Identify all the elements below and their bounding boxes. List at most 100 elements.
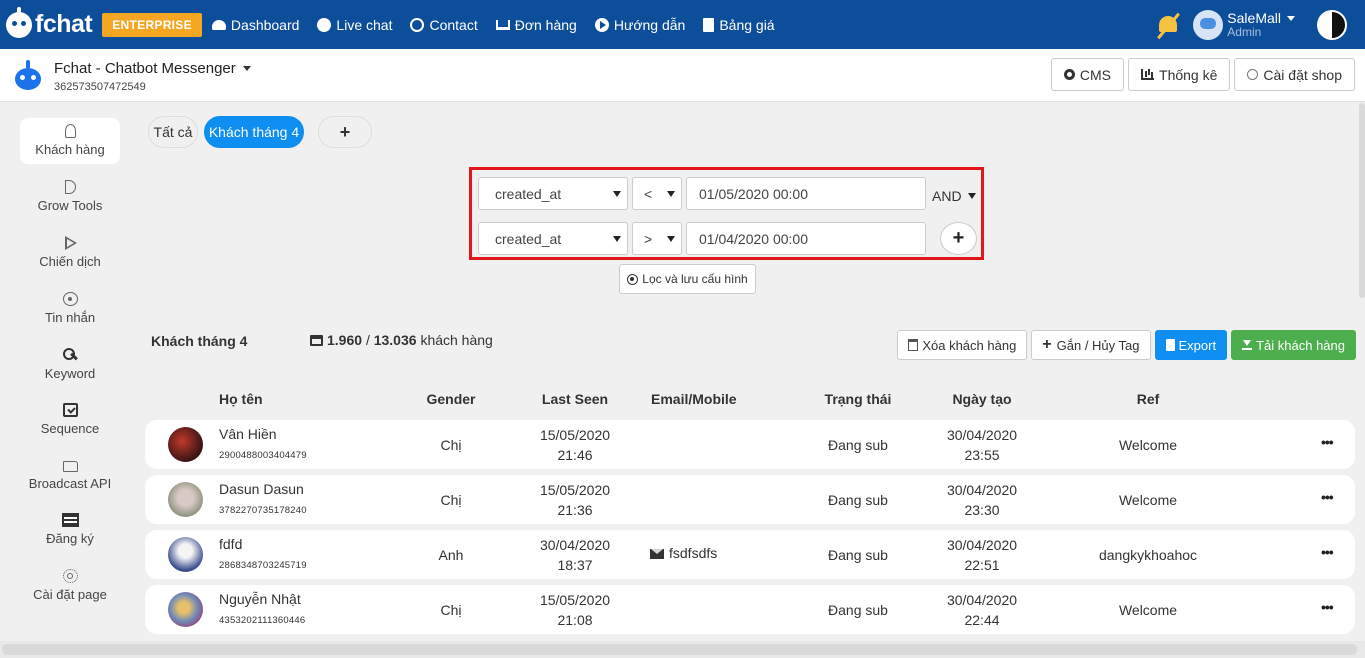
customer-name[interactable]: Dasun Dasun xyxy=(219,481,304,497)
delete-label: Xóa khách hàng xyxy=(922,337,1017,353)
status: Đang sub xyxy=(828,547,888,563)
tab-all[interactable]: Tất cả xyxy=(148,116,198,148)
dropdown-arrow-icon xyxy=(613,236,621,242)
more-options-icon[interactable]: ••• xyxy=(1321,599,1334,615)
add-tab-button[interactable]: + xyxy=(318,116,372,148)
download-customers-button[interactable]: Tải khách hàng xyxy=(1231,330,1356,360)
last-seen-time: 21:08 xyxy=(557,612,593,628)
brand-name: fchat xyxy=(35,10,93,38)
download-icon xyxy=(1242,340,1253,350)
filter-and-save-button[interactable]: Lọc và lưu cấu hình xyxy=(619,264,756,294)
avatar xyxy=(168,482,203,517)
ref: Welcome xyxy=(1118,437,1178,453)
stats-button[interactable]: Thống kê xyxy=(1128,58,1231,91)
page-selector[interactable]: Fchat - Chatbot Messenger xyxy=(54,60,251,77)
condition-2-operator-select[interactable]: > xyxy=(632,222,682,255)
customer-name[interactable]: Nguyễn Nhật xyxy=(219,591,301,607)
customer-name[interactable]: Vân Hiền xyxy=(219,426,277,442)
col-email[interactable]: Email/Mobile xyxy=(651,391,737,407)
col-name[interactable]: Họ tên xyxy=(219,391,263,407)
download-label: Tải khách hàng xyxy=(1256,337,1345,353)
condition-2-field-select[interactable]: created_at xyxy=(478,222,628,255)
count-unit: khách hàng xyxy=(420,332,493,348)
sidebar-item-register[interactable]: Đăng ký xyxy=(20,507,120,553)
nav-live-chat[interactable]: Live chat xyxy=(317,17,392,33)
user-menu[interactable]: SaleMall Admin xyxy=(1227,11,1295,38)
shop-settings-button[interactable]: Cài đặt shop xyxy=(1234,58,1355,91)
nav-guide[interactable]: Hướng dẫn xyxy=(594,16,686,33)
nav-dashboard[interactable]: Dashboard xyxy=(211,17,299,33)
fchat-logo[interactable]: fchat xyxy=(6,6,93,39)
cart-icon xyxy=(495,19,510,30)
sidebar-item-label: Keyword xyxy=(44,366,96,381)
avatar xyxy=(168,427,203,462)
more-options-icon[interactable]: ••• xyxy=(1321,544,1334,560)
delete-customers-button[interactable]: Xóa khách hàng xyxy=(897,330,1028,360)
page-id: 362573507472549 xyxy=(54,81,146,93)
nav-contact[interactable]: Contact xyxy=(410,17,478,33)
sidebar-item-label: Broadcast API xyxy=(28,476,112,491)
more-options-icon[interactable]: ••• xyxy=(1321,434,1334,450)
more-options-icon[interactable]: ••• xyxy=(1321,489,1334,505)
table-row[interactable]: Vân Hiền 2900488003404479 Chị 15/05/2020… xyxy=(145,420,1355,469)
email-mobile: fsdfsdfs xyxy=(650,545,717,561)
add-condition-button[interactable]: + xyxy=(940,222,977,255)
nav-pricing-label: Bảng giá xyxy=(719,16,775,33)
vertical-scrollbar[interactable] xyxy=(1359,103,1365,298)
horizontal-scrollbar[interactable] xyxy=(0,641,1365,658)
sidebar-item-label: Sequence xyxy=(40,421,100,436)
last-seen-time: 21:46 xyxy=(557,447,593,463)
nav-pricing[interactable]: Bảng giá xyxy=(703,16,775,33)
col-gender[interactable]: Gender xyxy=(426,391,475,407)
cms-button[interactable]: CMS xyxy=(1050,58,1125,91)
nav-orders[interactable]: Đơn hàng xyxy=(495,17,577,33)
created-time: 23:55 xyxy=(964,447,1000,463)
sidebar-item-page-settings[interactable]: Cài đặt page xyxy=(20,563,120,609)
key-icon xyxy=(62,348,78,362)
sidebar-item-keyword[interactable]: Keyword xyxy=(20,342,120,388)
sidebar-item-customers[interactable]: Khách hàng xyxy=(20,118,120,164)
col-last-seen[interactable]: Last Seen xyxy=(542,391,608,407)
sidebar-item-broadcast-api[interactable]: Broadcast API xyxy=(20,452,120,498)
condition-1-value-input[interactable]: 01/05/2020 00:00 xyxy=(686,177,926,210)
segment-name: Khách tháng 4 xyxy=(151,333,248,349)
sidebar-item-sequence[interactable]: Sequence xyxy=(20,397,120,443)
customer-count: 1.960 / 13.036 khách hàng xyxy=(310,332,493,348)
sidebar-item-grow-tools[interactable]: Grow Tools xyxy=(20,174,120,220)
folder-icon xyxy=(62,461,78,472)
customer-id: 2868348703245719 xyxy=(219,560,307,571)
top-navbar: fchat ENTERPRISE Dashboard Live chat Con… xyxy=(0,0,1365,49)
last-seen-date: 30/04/2020 xyxy=(539,537,611,553)
sidebar-item-label: Cài đặt page xyxy=(33,587,107,602)
created-time: 22:51 xyxy=(964,557,1000,573)
tab-customers-april[interactable]: Khách tháng 4 xyxy=(204,116,304,148)
col-status[interactable]: Trạng thái xyxy=(825,391,892,407)
logic-operator-select[interactable]: AND xyxy=(932,179,976,212)
table-row[interactable]: Nguyễn Nhật 4353202111360446 Chị 15/05/2… xyxy=(145,585,1355,634)
contact-icon xyxy=(410,17,425,32)
customer-id: 4353202111360446 xyxy=(219,615,306,626)
nav-guide-label: Hướng dẫn xyxy=(613,16,686,33)
scrollbar-thumb[interactable] xyxy=(2,644,1357,655)
col-ref[interactable]: Ref xyxy=(1137,391,1160,407)
condition-2-value-input[interactable]: 01/04/2020 00:00 xyxy=(686,222,926,255)
user-avatar[interactable] xyxy=(1193,9,1224,40)
col-created[interactable]: Ngày tạo xyxy=(952,391,1011,407)
export-button[interactable]: Export xyxy=(1154,330,1228,360)
customer-name[interactable]: fdfd xyxy=(219,536,242,552)
condition-1-operator-select[interactable]: < xyxy=(632,177,682,210)
dark-mode-toggle-icon[interactable] xyxy=(1317,9,1347,40)
table-row[interactable]: Dasun Dasun 3782270735178240 Chị 15/05/2… xyxy=(145,475,1355,524)
tag-button[interactable]: + Gắn / Hủy Tag xyxy=(1031,330,1151,360)
page-avatar-robot-icon xyxy=(12,60,44,92)
condition-1-field-select[interactable]: created_at xyxy=(478,177,628,210)
table-row[interactable]: fdfd 2868348703245719 Anh 30/04/2020 18:… xyxy=(145,530,1355,579)
sidebar-item-campaigns[interactable]: Chiến dịch xyxy=(20,230,120,276)
list-icon xyxy=(61,513,79,527)
created-date: 30/04/2020 xyxy=(946,427,1018,443)
sidebar-item-messages[interactable]: Tin nhắn xyxy=(20,286,120,332)
status: Đang sub xyxy=(828,492,888,508)
notifications-off-icon[interactable] xyxy=(1153,10,1183,40)
total-count: 13.036 xyxy=(373,332,417,348)
status: Đang sub xyxy=(828,437,888,453)
